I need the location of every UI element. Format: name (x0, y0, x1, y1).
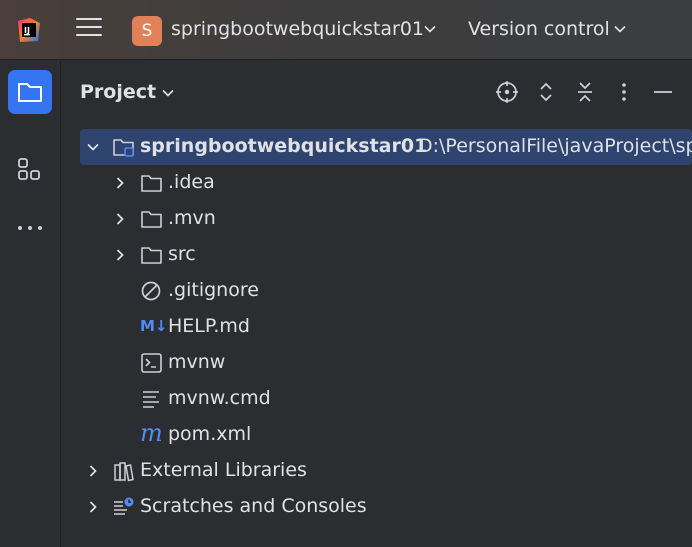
tree-item-label: mvnw (168, 351, 226, 373)
chevron-right-icon[interactable] (112, 175, 128, 191)
tree-row-external-libraries[interactable]: External Libraries (80, 453, 692, 489)
tree-item-label: mvnw.cmd (168, 387, 271, 409)
tool-window-strip (0, 61, 61, 547)
svg-text:IJ: IJ (24, 26, 30, 35)
tree-row-root[interactable]: springbootwebquickstar01 D:\PersonalFile… (80, 129, 692, 165)
folder-icon (141, 247, 162, 264)
expand-all-icon[interactable] (534, 80, 558, 104)
locate-icon[interactable] (495, 80, 519, 104)
chevron-right-icon[interactable] (112, 211, 128, 227)
panel-title[interactable]: Project (80, 81, 156, 103)
options-icon[interactable] (612, 80, 636, 104)
scratches-icon (114, 497, 134, 515)
tree-item-label: HELP.md (168, 315, 250, 337)
project-badge[interactable]: S (132, 16, 162, 46)
tree-item-label: External Libraries (140, 459, 307, 481)
root-module-path: D:\PersonalFile\javaProject\sp (418, 135, 692, 157)
tree-row-scratches[interactable]: Scratches and Consoles (80, 489, 692, 525)
ignored-file-icon (141, 281, 161, 301)
tree-row-src[interactable]: src (80, 237, 692, 273)
intellij-idea-logo-icon[interactable]: IJ (16, 17, 42, 43)
maven-icon: m (140, 419, 163, 447)
tree-item-label: .gitignore (168, 279, 259, 301)
title-bar: IJ S springbootwebquickstar01 Version co… (0, 0, 692, 60)
chevron-down-icon[interactable] (85, 139, 101, 155)
folder-icon (18, 83, 42, 102)
tree-item-label: .mvn (168, 207, 216, 229)
structure-tool-button[interactable] (8, 146, 52, 190)
folder-icon (141, 211, 162, 228)
tree-row-gitignore[interactable]: .gitignore (80, 273, 692, 309)
root-module-name: springbootwebquickstar01 (140, 135, 428, 157)
folder-icon (141, 175, 162, 192)
project-name[interactable]: springbootwebquickstar01 (171, 18, 424, 40)
tree-item-label: pom.xml (168, 423, 252, 445)
text-file-icon (143, 391, 159, 408)
shell-script-icon (141, 353, 162, 373)
markdown-icon: M↓ (140, 317, 168, 335)
tree-item-label: src (168, 243, 196, 265)
tree-row-mvnw[interactable]: mvnw (80, 345, 692, 381)
project-panel: Project springbootwebquickstar01 D:\Pers… (62, 61, 692, 547)
project-tool-button[interactable] (8, 70, 52, 114)
hide-icon[interactable] (651, 80, 675, 104)
structure-icon (18, 158, 40, 180)
tree-row-help-md[interactable]: M↓ HELP.md (80, 309, 692, 345)
collapse-all-icon[interactable] (573, 80, 597, 104)
tree-item-label: .idea (168, 171, 215, 193)
main-menu-button[interactable] (76, 18, 102, 42)
more-icon (18, 226, 42, 230)
chevron-down-icon[interactable] (423, 22, 437, 36)
module-folder-icon (113, 139, 134, 157)
chevron-down-icon[interactable] (161, 86, 175, 100)
chevron-down-icon[interactable] (613, 22, 627, 36)
tree-row-mvn[interactable]: .mvn (80, 201, 692, 237)
library-icon (114, 462, 134, 482)
chevron-right-icon[interactable] (112, 247, 128, 263)
chevron-right-icon[interactable] (85, 463, 101, 479)
tree-row-mvnw-cmd[interactable]: mvnw.cmd (80, 381, 692, 417)
more-tool-windows-button[interactable] (8, 206, 52, 250)
chevron-right-icon[interactable] (85, 499, 101, 515)
tree-row-pom-xml[interactable]: m pom.xml (80, 417, 692, 453)
tree-row-idea[interactable]: .idea (80, 165, 692, 201)
tree-item-label: Scratches and Consoles (140, 495, 367, 517)
version-control-widget[interactable]: Version control (468, 18, 610, 40)
